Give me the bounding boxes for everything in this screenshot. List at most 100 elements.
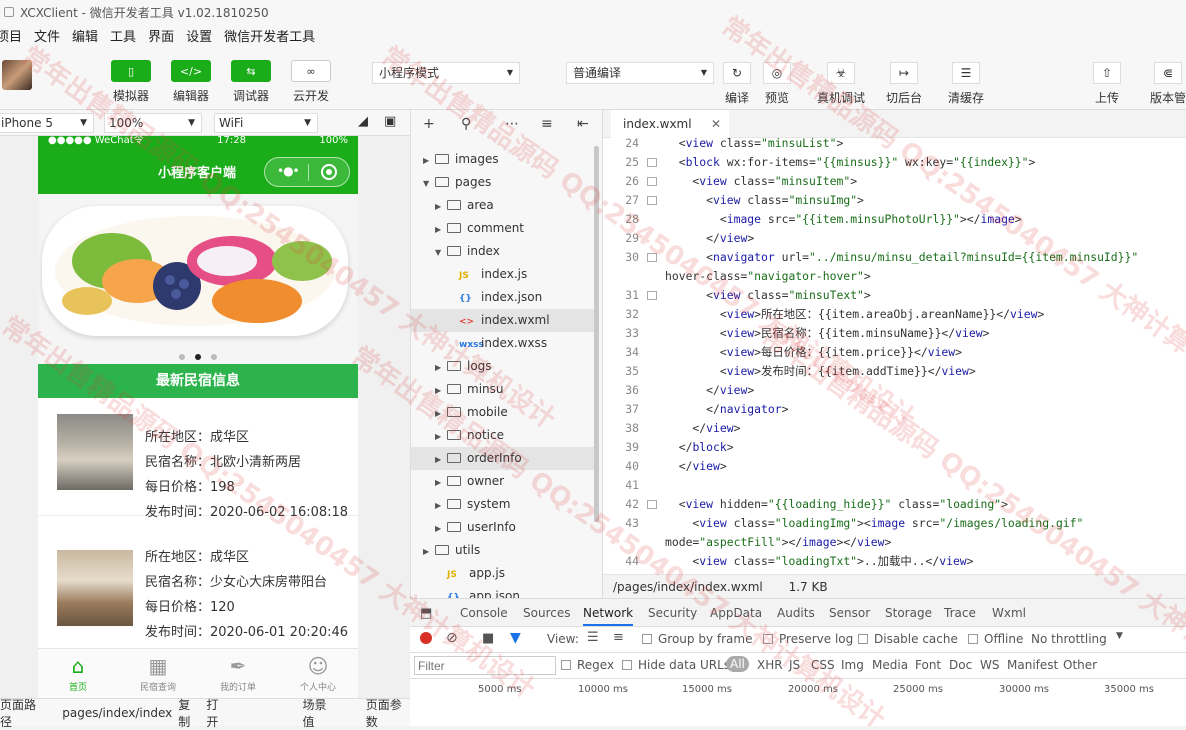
tree-scrollbar[interactable] (594, 146, 599, 522)
device-select[interactable]: iPhone 5 ▼ (0, 113, 94, 133)
more-icon[interactable]: •●• (277, 164, 300, 178)
tab-console[interactable]: Console (460, 606, 508, 620)
cloud-button[interactable]: ∞ 云开发 (291, 60, 331, 104)
tab-home[interactable]: ⌂ 首页 (48, 652, 108, 693)
disable-cache-checkbox[interactable]: Disable cache (858, 632, 958, 646)
version-button[interactable]: ⋐ 版本管理 (1150, 62, 1186, 106)
menu-edit[interactable]: 编辑 (72, 26, 98, 45)
waterfall-icon[interactable]: ≡ (613, 630, 624, 645)
close-circle-icon[interactable] (321, 164, 337, 180)
chevron-right-icon[interactable]: ▶ (435, 195, 447, 218)
type-filter-css[interactable]: CSS (811, 658, 835, 672)
type-filter-doc[interactable]: Doc (949, 658, 972, 672)
list-view-icon[interactable]: ☰ (587, 630, 599, 645)
type-filter-all[interactable]: All (726, 656, 749, 672)
chevron-down-icon[interactable]: ▼ (435, 241, 447, 264)
chevron-right-icon[interactable]: ▶ (423, 149, 435, 172)
copy-link[interactable]: 复制 (178, 696, 200, 730)
chevron-right-icon[interactable]: ▶ (435, 448, 447, 471)
popout-icon[interactable]: ▣ (384, 114, 396, 129)
more-icon[interactable]: ⋯ (505, 116, 519, 132)
menu-project[interactable]: 项目 (0, 26, 22, 45)
code-line[interactable]: hover-class="navigator-hover"> (665, 267, 871, 286)
chevron-right-icon[interactable]: ▶ (435, 425, 447, 448)
tree-folder[interactable]: ▶ owner (411, 470, 594, 493)
tab-storage[interactable]: Storage (885, 606, 932, 620)
tree-folder[interactable]: ▶ userInfo (411, 516, 594, 539)
filter-input[interactable] (414, 656, 556, 675)
upload-button[interactable]: ⇧ 上传 (1089, 62, 1125, 106)
chevron-right-icon[interactable]: ▶ (435, 218, 447, 241)
clear-icon[interactable]: ⊘ (446, 630, 458, 646)
tree-folder[interactable]: ▶ logs (411, 355, 594, 378)
menu-view[interactable]: 界面 (148, 26, 174, 45)
tree-folder[interactable]: ▶ notice (411, 424, 594, 447)
code-line[interactable]: 41 (603, 476, 665, 495)
regex-checkbox[interactable]: Regex (561, 658, 614, 672)
menu-tools[interactable]: 工具 (110, 26, 136, 45)
background-button[interactable]: ↦ 切后台 (886, 62, 922, 106)
network-select[interactable]: WiFi ▼ (214, 113, 318, 133)
compile-select[interactable]: 普通编译 ▼ (566, 62, 714, 84)
chevron-right-icon[interactable]: ▶ (435, 356, 447, 379)
volume-icon[interactable]: ◢ (358, 114, 368, 129)
tree-file[interactable]: {} index.json (411, 286, 594, 309)
tree-folder[interactable]: ▶ area (411, 194, 594, 217)
preview-button[interactable]: ◎ 预览 (759, 62, 795, 106)
type-filter-font[interactable]: Font (915, 658, 941, 672)
toggle-panel-icon[interactable]: ⇤ (577, 116, 589, 132)
code-area[interactable]: 24 <view class="minsuList"> 25 <block wx:… (603, 138, 1186, 574)
tab-index-wxml[interactable]: index.wxml ✕ (611, 110, 729, 138)
tree-file[interactable]: wxssindex.wxss (411, 332, 594, 355)
menu-file[interactable]: 文件 (34, 26, 60, 45)
fold-icon[interactable] (647, 291, 657, 300)
filter-icon[interactable]: ▼ (510, 630, 521, 646)
code-line[interactable]: 30 <navigator url="../minsu/minsu_detail… (603, 248, 1138, 267)
tree-file[interactable]: <> index.wxml (411, 309, 594, 332)
add-icon[interactable]: + (423, 116, 435, 132)
fold-icon[interactable] (647, 500, 657, 509)
tab-my-orders[interactable]: ✒ 我的订单 (208, 652, 268, 693)
chevron-right-icon[interactable]: ▶ (435, 494, 447, 517)
avatar[interactable] (2, 60, 32, 90)
list-item[interactable]: 所在地区：成华区 民宿名称：北欧小清新两居 每日价格：198 发布时间：2020… (38, 398, 358, 520)
chevron-right-icon[interactable]: ▶ (435, 402, 447, 425)
type-filter-manifest[interactable]: Manifest (1007, 658, 1058, 672)
preserve-log-checkbox[interactable]: Preserve log (763, 632, 853, 646)
tab-sources[interactable]: Sources (523, 606, 570, 620)
search-icon[interactable]: ⚲ (461, 116, 471, 132)
tree-folder[interactable]: ▼ index (411, 240, 594, 263)
fold-icon[interactable] (647, 253, 657, 262)
code-line[interactable]: 28 <image src="{{item.minsuPhotoUrl}}"><… (603, 210, 1021, 229)
fold-icon[interactable] (647, 177, 657, 186)
code-line[interactable]: 42 <view hidden="{{loading_hide}}" class… (603, 495, 1008, 514)
chevron-right-icon[interactable]: ▶ (435, 471, 447, 494)
code-line[interactable]: 29 </view> (603, 229, 754, 248)
code-line[interactable]: 37 </navigator> (603, 400, 788, 419)
type-filter-xhr[interactable]: XHR (757, 658, 783, 672)
fold-icon[interactable] (647, 158, 657, 167)
tree-folder[interactable]: ▼ pages (411, 171, 594, 194)
code-line[interactable]: 35 <view>发布时间：{{item.addTime}}</view> (603, 362, 975, 381)
tab-security[interactable]: Security (648, 606, 697, 620)
tree-folder[interactable]: ▶ utils (411, 539, 594, 562)
tab-appdata[interactable]: AppData (710, 606, 762, 620)
type-filter-js[interactable]: JS (789, 658, 800, 672)
page-params-button[interactable]: 页面参数 (366, 696, 410, 730)
tree-file[interactable]: JS app.js (411, 562, 594, 585)
chevron-right-icon[interactable]: ▶ (435, 379, 447, 402)
menu-wechat-devtools[interactable]: 微信开发者工具 (224, 26, 315, 45)
code-line[interactable]: 25 <block wx:for-items="{{minsus}}" wx:k… (603, 153, 1035, 172)
capsule-menu[interactable]: •●• (264, 157, 350, 187)
code-line[interactable]: mode="aspectFill"></image></view> (665, 533, 891, 552)
inspect-icon[interactable]: ⬒ (420, 606, 432, 621)
code-line[interactable]: 31 <view class="minsuText"> (603, 286, 870, 305)
real-debug-button[interactable]: ☣ 真机调试 (817, 62, 865, 106)
camera-icon[interactable]: ■ (482, 631, 494, 646)
open-link[interactable]: 打开 (206, 696, 228, 730)
chevron-down-icon[interactable]: ▼ (1116, 631, 1123, 641)
tab-audits[interactable]: Audits (777, 606, 815, 620)
code-line[interactable]: 36 </view> (603, 381, 754, 400)
record-icon[interactable] (420, 632, 432, 644)
mode-select[interactable]: 小程序模式 ▼ (372, 62, 520, 84)
